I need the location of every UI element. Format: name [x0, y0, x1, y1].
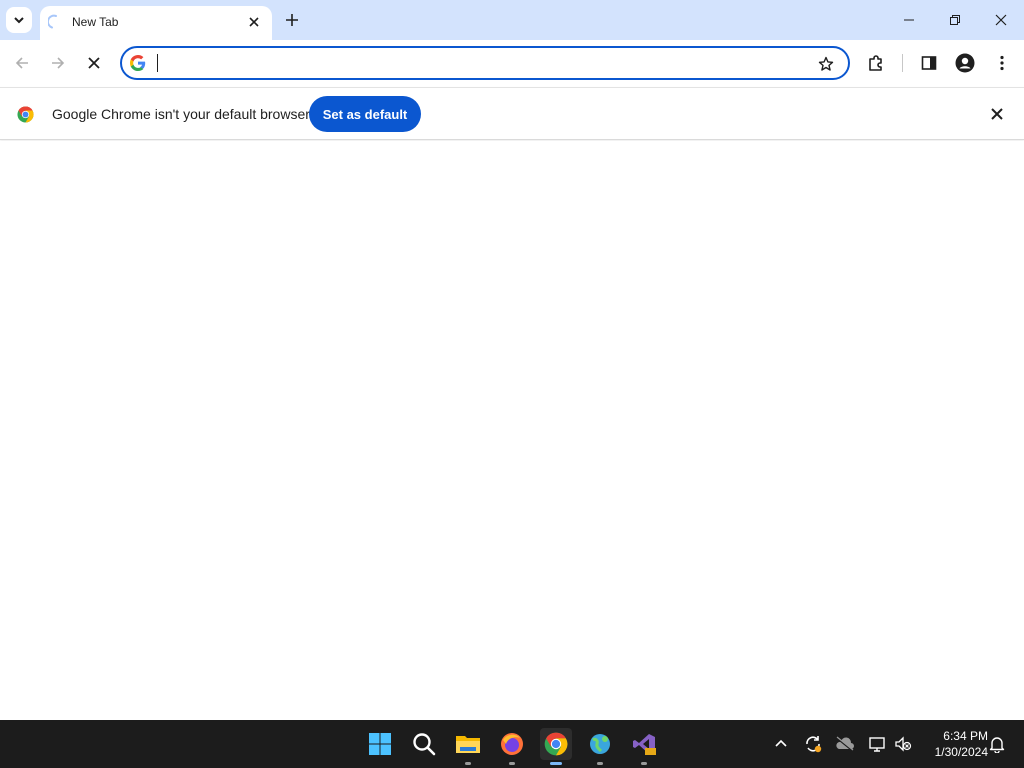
running-indicator: [641, 762, 647, 765]
browser-toolbar: [0, 40, 1024, 86]
bell-icon: [989, 737, 1005, 753]
chevron-up-icon: [775, 739, 787, 747]
arrow-left-icon: [15, 57, 28, 69]
settings-app-button[interactable]: [584, 728, 616, 765]
puzzle-icon: [869, 55, 882, 71]
set-as-default-button[interactable]: Set as default: [309, 96, 421, 132]
restore-button[interactable]: [932, 0, 978, 40]
minimize-icon: [904, 19, 914, 21]
start-button[interactable]: [364, 728, 396, 760]
sync-icon: [806, 736, 822, 753]
restore-icon: [950, 15, 960, 25]
chevron-down-icon: [14, 17, 24, 24]
back-button[interactable]: [8, 49, 36, 77]
tab-close-button[interactable]: [244, 12, 264, 32]
chrome-taskbar-button[interactable]: [540, 728, 572, 765]
chrome-menu-button[interactable]: [988, 49, 1016, 77]
running-indicator: [509, 762, 515, 765]
side-panel-button[interactable]: [915, 49, 943, 77]
settings-globe-icon: [590, 734, 610, 754]
running-indicator: [465, 762, 471, 765]
infobar-message: Google Chrome isn't your default browser: [52, 106, 310, 122]
minimize-button[interactable]: [886, 0, 932, 40]
close-icon: [991, 108, 1003, 120]
clock-time: 6:34 PM: [943, 729, 988, 743]
file-explorer-button[interactable]: [452, 728, 484, 765]
default-browser-infobar: Google Chrome isn't your default browser…: [0, 87, 1024, 140]
address-bar[interactable]: [120, 46, 850, 80]
visual-studio-button[interactable]: [628, 728, 660, 765]
tab-strip: New Tab: [0, 0, 1024, 40]
search-icon: [413, 733, 436, 756]
chrome-logo-icon: [17, 106, 34, 123]
profile-button[interactable]: [951, 49, 979, 77]
firefox-icon: [501, 733, 523, 755]
omnibox-input[interactable]: [156, 52, 806, 74]
google-g-icon: [130, 55, 146, 71]
close-icon: [88, 57, 100, 69]
running-indicator: [597, 762, 603, 765]
tab-search-button[interactable]: [6, 7, 32, 33]
loading-spinner-icon: [48, 14, 57, 29]
firefox-button[interactable]: [496, 728, 528, 765]
cloud-off-icon: [836, 736, 854, 752]
close-icon: [995, 14, 1007, 26]
sync-tray-icon[interactable]: [802, 733, 824, 755]
bookmark-star-button[interactable]: [816, 54, 836, 74]
infobar-close-button[interactable]: [988, 105, 1006, 123]
new-tab-button[interactable]: [280, 8, 304, 32]
active-indicator: [550, 762, 562, 765]
network-tray-icon[interactable]: [866, 733, 888, 755]
close-icon: [249, 17, 259, 27]
more-vertical-icon: [1000, 55, 1004, 71]
visual-studio-icon: [633, 734, 656, 755]
folder-icon: [456, 736, 480, 753]
volume-muted-icon: [895, 736, 912, 752]
windows-icon: [369, 733, 391, 755]
side-panel-icon: [921, 56, 937, 70]
page-content: [0, 141, 1024, 720]
extensions-button[interactable]: [862, 49, 890, 77]
stop-loading-button[interactable]: [80, 49, 108, 77]
taskbar-search-button[interactable]: [408, 728, 440, 760]
close-window-button[interactable]: [978, 0, 1024, 40]
chrome-icon: [544, 732, 568, 756]
volume-tray-icon[interactable]: [892, 733, 914, 755]
onedrive-tray-icon[interactable]: [834, 733, 856, 755]
windows-taskbar: 6:34 PM 1/30/2024: [0, 720, 1024, 768]
network-icon: [869, 737, 885, 752]
tab-title: New Tab: [72, 15, 119, 29]
plus-icon: [286, 14, 298, 26]
clock-date: 1/30/2024: [934, 745, 988, 759]
forward-button[interactable]: [44, 49, 72, 77]
star-icon: [818, 56, 834, 71]
toolbar-divider: [902, 54, 903, 72]
taskbar-clock[interactable]: 6:34 PM 1/30/2024: [918, 728, 988, 760]
tab-new-tab[interactable]: New Tab: [40, 6, 272, 40]
account-circle-icon: [955, 53, 975, 73]
notifications-button[interactable]: [986, 733, 1008, 755]
show-hidden-icons-button[interactable]: [770, 733, 792, 755]
arrow-right-icon: [52, 57, 65, 69]
